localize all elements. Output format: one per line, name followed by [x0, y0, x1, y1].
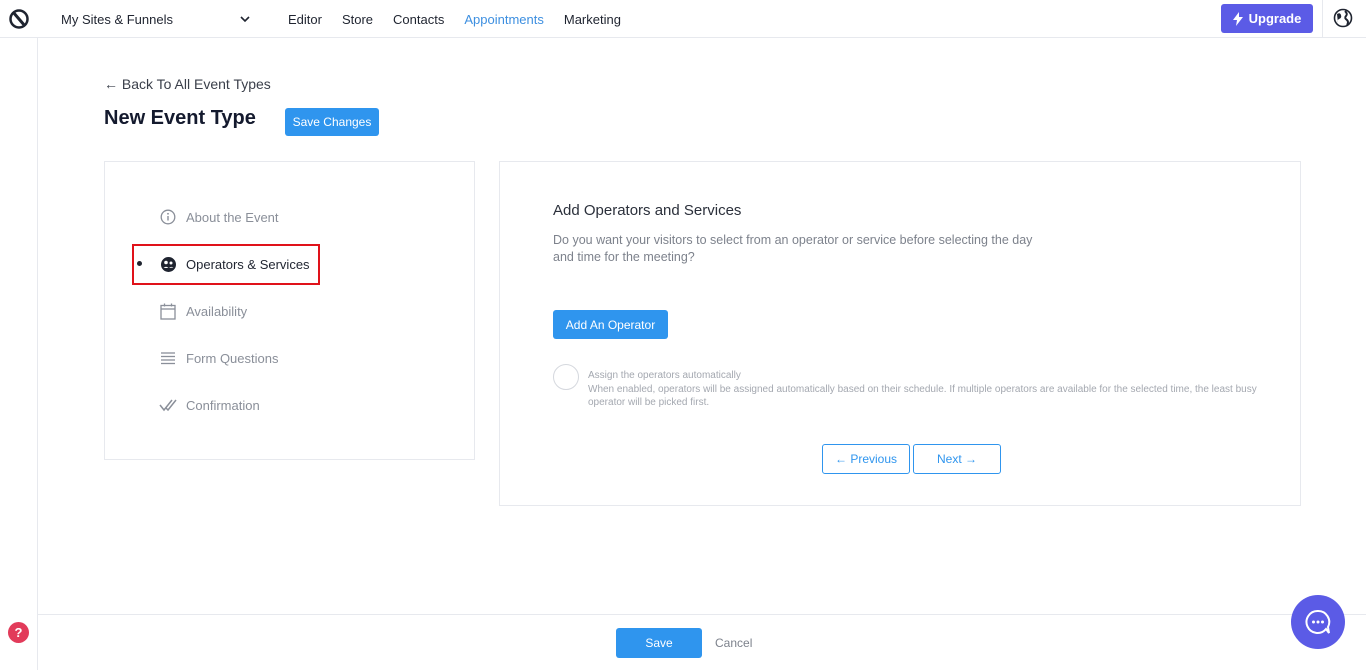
help-icon[interactable]: ? — [8, 622, 29, 643]
step-label: About the Event — [186, 209, 279, 225]
step-label: Confirmation — [186, 397, 260, 413]
section-title: Add Operators and Services — [553, 202, 742, 219]
globe-icon[interactable] — [1333, 8, 1353, 28]
nav-marketing[interactable]: Marketing — [564, 12, 621, 27]
steps-panel: About the Event Operators & Services Ava… — [104, 161, 475, 460]
left-gutter — [37, 38, 38, 670]
lightning-icon — [1232, 11, 1243, 26]
check-icon — [159, 396, 177, 414]
step-confirmation[interactable]: Confirmation — [159, 393, 260, 417]
step-operators-services[interactable]: Operators & Services — [159, 252, 310, 276]
step-about-event[interactable]: About the Event — [159, 205, 279, 229]
nav-editor[interactable]: Editor — [288, 12, 322, 27]
cancel-button[interactable]: Cancel — [715, 636, 752, 650]
chat-button[interactable] — [1291, 595, 1345, 649]
nav-appointments[interactable]: Appointments — [464, 12, 544, 27]
logo-icon[interactable] — [8, 8, 30, 30]
step-availability[interactable]: Availability — [159, 299, 247, 323]
step-label: Availability — [186, 303, 248, 319]
step-form-questions[interactable]: Form Questions — [159, 346, 278, 370]
top-bar: My Sites & Funnels Editor Store Contacts… — [0, 0, 1366, 38]
back-link[interactable]: ← Back To All Event Types — [104, 76, 271, 92]
site-select-dropdown[interactable]: My Sites & Funnels — [61, 0, 251, 38]
nav-store[interactable]: Store — [342, 12, 373, 27]
footer-divider — [38, 614, 1366, 615]
step-label: Operators & Services — [186, 256, 310, 272]
main-nav: Editor Store Contacts Appointments Marke… — [288, 0, 641, 38]
content-panel: Add Operators and Services Do you want y… — [499, 161, 1301, 506]
calendar-icon — [159, 302, 177, 320]
chevron-down-icon — [240, 16, 250, 23]
nav-contacts[interactable]: Contacts — [393, 12, 444, 27]
site-select-label: My Sites & Funnels — [61, 11, 173, 27]
next-button[interactable]: Next → — [913, 444, 1001, 474]
step-label: Form Questions — [186, 350, 279, 366]
auto-assign-description: When enabled, operators will be assigned… — [588, 384, 1257, 408]
save-button[interactable]: Save — [616, 628, 702, 658]
upgrade-label: Upgrade — [1248, 11, 1302, 26]
operators-icon — [159, 255, 177, 273]
upgrade-button[interactable]: Upgrade — [1221, 4, 1313, 33]
save-changes-button[interactable]: Save Changes — [285, 108, 379, 136]
topbar-divider — [1322, 0, 1323, 38]
info-icon — [159, 208, 177, 226]
page-title: New Event Type — [104, 107, 256, 129]
list-icon — [159, 349, 177, 367]
previous-button[interactable]: ← Previous — [822, 444, 910, 474]
auto-assign-toggle[interactable] — [553, 364, 579, 390]
add-operator-button[interactable]: Add An Operator — [553, 310, 668, 339]
chat-icon — [1305, 609, 1331, 634]
section-description: Do you want your visitors to select from… — [553, 233, 1033, 264]
auto-assign-title: Assign the operators automatically — [588, 370, 741, 381]
